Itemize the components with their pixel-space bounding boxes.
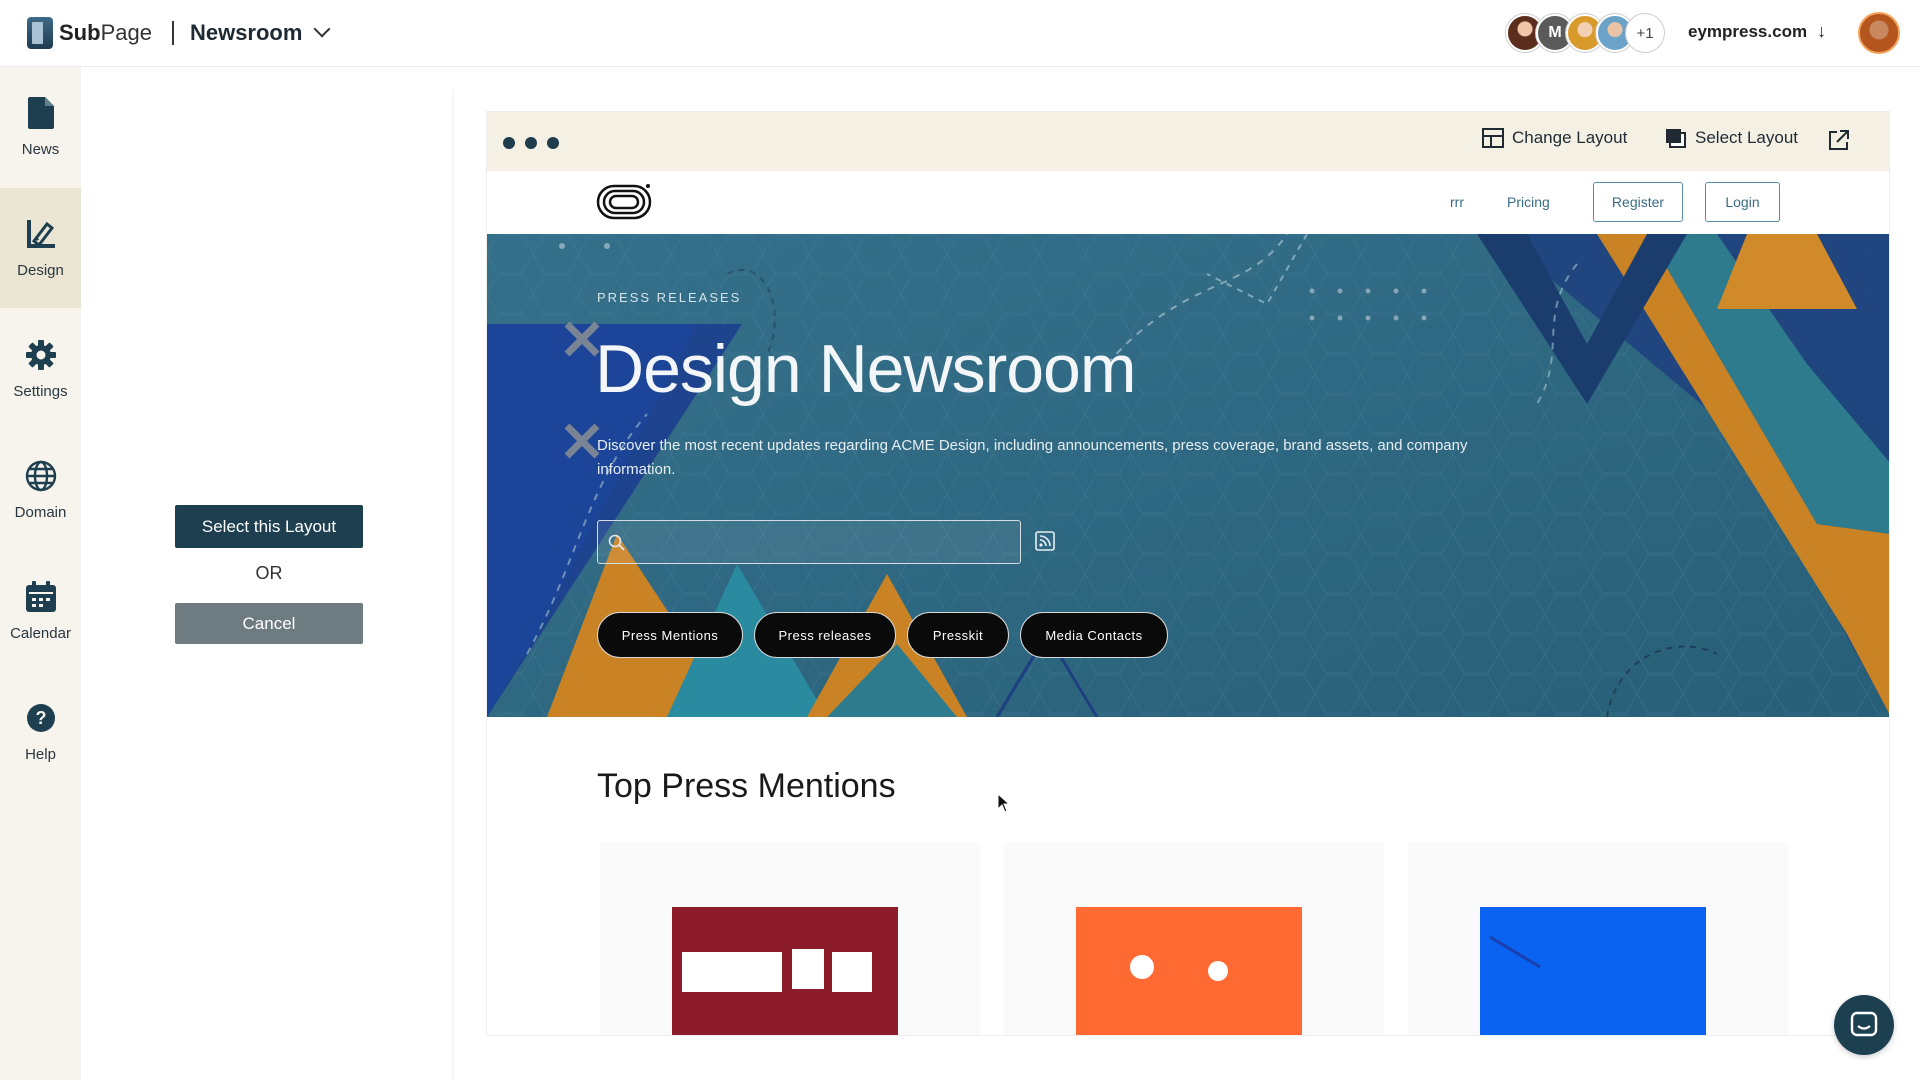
help-icon: ? bbox=[25, 702, 57, 734]
window-dot bbox=[525, 137, 537, 149]
sidebar-item-label: Help bbox=[25, 745, 56, 763]
chat-icon bbox=[1850, 1011, 1878, 1037]
window-dot bbox=[547, 137, 559, 149]
layout-preview: Change Layout Select Layout rrr Pricing … bbox=[486, 111, 1890, 1036]
rss-feed-icon[interactable] bbox=[1035, 531, 1055, 551]
mouse-cursor-icon bbox=[997, 793, 1011, 813]
site-logo-icon[interactable] bbox=[596, 182, 652, 222]
external-link-icon[interactable] bbox=[1827, 128, 1851, 152]
sidebar-item-help[interactable]: ? Help bbox=[0, 672, 81, 792]
filter-pill-press-mentions[interactable]: Press Mentions bbox=[597, 612, 743, 658]
collaborator-avatars[interactable]: M +1 bbox=[1506, 14, 1664, 52]
site-name[interactable]: Newsroom bbox=[190, 20, 302, 46]
filter-pill-presskit[interactable]: Presskit bbox=[907, 612, 1009, 658]
card-thumbnail bbox=[672, 907, 898, 1035]
hero-title: Design Newsroom bbox=[595, 331, 1137, 407]
sidebar-item-label: Design bbox=[17, 261, 64, 279]
domain-link[interactable]: eympress.com ↓ bbox=[1688, 21, 1826, 42]
document-icon bbox=[25, 96, 57, 129]
more-collaborators-badge[interactable]: +1 bbox=[1626, 14, 1664, 52]
sidebar-item-calendar[interactable]: Calendar bbox=[0, 551, 81, 671]
change-layout-label: Change Layout bbox=[1512, 128, 1628, 147]
globe-icon bbox=[25, 460, 57, 492]
change-layout-button[interactable]: Change Layout bbox=[1482, 128, 1627, 148]
select-layout-toolbar-button[interactable]: Select Layout bbox=[1665, 128, 1798, 148]
filter-pill-media-contacts[interactable]: Media Contacts bbox=[1020, 612, 1168, 658]
copy-layout-icon bbox=[1666, 129, 1686, 148]
preview-toolbar: Change Layout Select Layout bbox=[487, 112, 1889, 171]
gear-icon bbox=[25, 339, 57, 371]
top-bar: SubPage Newsroom M +1 eympress.com ↓ bbox=[0, 0, 1920, 67]
sidebar-item-label: Settings bbox=[13, 382, 68, 400]
window-dot bbox=[503, 137, 515, 149]
hero-eyebrow: PRESS RELEASES bbox=[597, 290, 742, 305]
domain-label: eympress.com bbox=[1688, 21, 1808, 41]
nav-link-pricing[interactable]: Pricing bbox=[1507, 194, 1550, 210]
hero-description: Discover the most recent updates regardi… bbox=[597, 437, 1468, 478]
register-button[interactable]: Register bbox=[1593, 182, 1683, 222]
section-title: Top Press Mentions bbox=[597, 767, 896, 805]
select-layout-label: Select Layout bbox=[1695, 128, 1799, 147]
chat-launcher-button[interactable] bbox=[1834, 995, 1894, 1055]
hero-search-box[interactable] bbox=[597, 520, 1021, 564]
user-avatar[interactable] bbox=[1858, 12, 1900, 54]
card-thumbnail bbox=[1480, 907, 1706, 1035]
layout-grid-icon bbox=[1482, 128, 1504, 148]
sidebar-item-settings[interactable]: Settings bbox=[0, 309, 81, 429]
chevron-down-icon[interactable] bbox=[313, 20, 331, 38]
nav-link-rrr[interactable]: rrr bbox=[1450, 194, 1464, 210]
cancel-button[interactable]: Cancel bbox=[175, 603, 363, 644]
calendar-icon bbox=[25, 580, 57, 613]
card-thumbnail bbox=[1076, 907, 1302, 1035]
hero-banner: PRESS RELEASES Design Newsroom Discover … bbox=[487, 234, 1889, 717]
login-button[interactable]: Login bbox=[1705, 182, 1780, 222]
svg-text:?: ? bbox=[35, 708, 46, 728]
sidebar-item-design[interactable]: Design bbox=[0, 188, 81, 308]
or-separator: OR bbox=[255, 563, 283, 583]
search-input[interactable] bbox=[598, 521, 1020, 563]
select-layout-button[interactable]: Select this Layout bbox=[175, 505, 363, 548]
design-pencil-icon bbox=[25, 218, 57, 250]
brand-name: SubPage bbox=[59, 20, 152, 45]
search-icon bbox=[608, 534, 625, 551]
arrow-down-icon: ↓ bbox=[1817, 21, 1827, 41]
sidebar-item-label: Domain bbox=[14, 503, 67, 521]
sidebar-item-domain[interactable]: Domain bbox=[0, 430, 81, 550]
subpage-logo-icon bbox=[27, 17, 53, 49]
sidebar: News Design Settings Domain Calendar ? H… bbox=[0, 67, 81, 1080]
sidebar-item-label: News bbox=[21, 140, 60, 158]
site-nav: rrr Pricing Register Login bbox=[487, 171, 1889, 234]
brand-divider bbox=[171, 21, 174, 45]
sidebar-item-label: Calendar bbox=[10, 624, 71, 642]
panel-divider bbox=[452, 90, 454, 1080]
filter-pill-press-releases[interactable]: Press releases bbox=[754, 612, 896, 658]
brand[interactable]: SubPage Newsroom bbox=[27, 17, 331, 49]
sidebar-item-news[interactable]: News bbox=[0, 67, 81, 187]
